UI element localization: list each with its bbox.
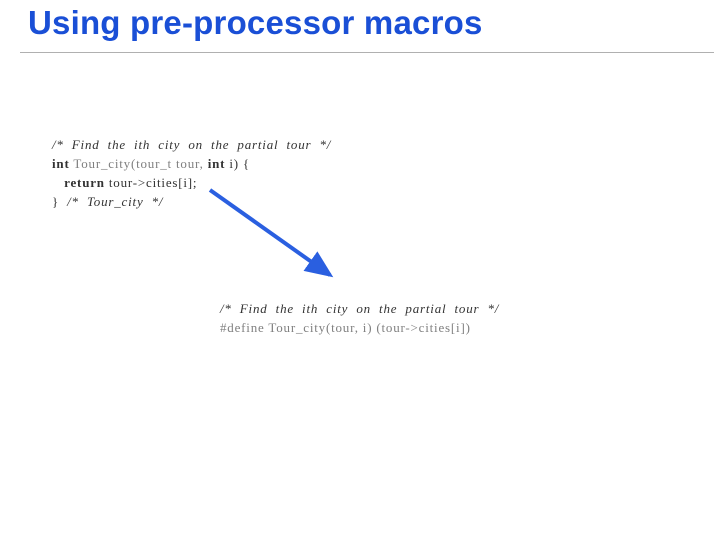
code-block-macro: /* Find the ith city on the partial tour… — [220, 280, 499, 337]
code-kw-int: int — [52, 156, 70, 171]
code-text: tour->cities[i]; — [105, 175, 198, 190]
slide-title: Using pre-processor macros — [28, 4, 483, 42]
code-comment: /* Tour_city */ — [67, 194, 163, 209]
code-text: #define Tour_city(tour, i) (tour->cities… — [220, 320, 471, 335]
code-kw-return: return — [64, 175, 105, 190]
code-text: Tour_city(tour_t tour, — [70, 156, 208, 171]
code-block-function: /* Find the ith city on the partial tour… — [52, 116, 331, 211]
code-comment: /* Find the ith city on the partial tour… — [220, 301, 499, 316]
title-underline — [20, 52, 714, 53]
code-kw-int: int — [208, 156, 226, 171]
code-comment: /* Find the ith city on the partial tour… — [52, 137, 331, 152]
code-text: i) { — [225, 156, 250, 171]
code-text: } — [52, 194, 67, 209]
slide: Using pre-processor macros /* Find the i… — [0, 0, 720, 540]
